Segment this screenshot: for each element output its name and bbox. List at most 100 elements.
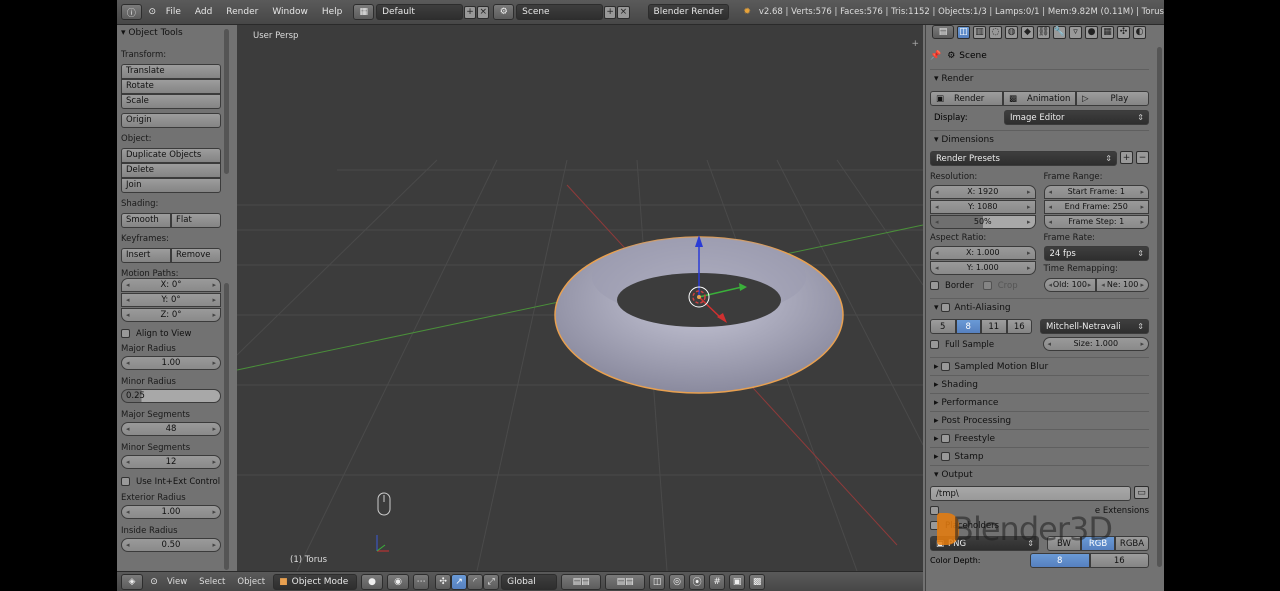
object-tools-header[interactable]: ▾ Object Tools [121, 26, 221, 40]
remove-keyframe-button[interactable]: Remove [171, 248, 221, 263]
delete-button[interactable]: Delete [121, 163, 221, 178]
exterior-radius-field[interactable]: 1.00 [121, 505, 221, 519]
aa-samples-11[interactable]: 11 [981, 319, 1007, 334]
sampled-motion-blur-header[interactable]: ▸ Sampled Motion Blur [930, 357, 1149, 375]
border-box[interactable] [930, 281, 939, 290]
menu-file[interactable]: File [159, 7, 188, 17]
menu-help[interactable]: Help [315, 7, 350, 17]
align-to-view-checkbox[interactable]: Align to View [121, 326, 221, 341]
inside-radius-field[interactable]: 0.50 [121, 538, 221, 552]
screen-layout-icon[interactable]: ▦ [353, 4, 375, 20]
rotation-z-field[interactable]: Z: 0° [121, 308, 221, 322]
frame-step-field[interactable]: Frame Step: 1 [1043, 215, 1149, 229]
collapse-menu-icon[interactable]: ⊙ [146, 4, 159, 20]
tool-shelf-scrollbar[interactable] [224, 29, 229, 174]
snap-icon[interactable]: ⦿ [689, 573, 706, 590]
layers-1-icon[interactable]: ▤▤ [561, 573, 602, 590]
collapse-3dview-menu-icon[interactable]: ⊙ [147, 574, 161, 590]
editor-type-3dview-icon[interactable]: ◈ [121, 573, 143, 590]
render-engine-select[interactable]: Blender Render [647, 4, 730, 20]
minor-segments-field[interactable]: 12 [121, 455, 221, 469]
remove-scene-icon[interactable]: × [617, 5, 630, 19]
particles-tab-icon[interactable]: ✣ [1117, 25, 1130, 39]
menu-view[interactable]: View [161, 577, 193, 587]
dimensions-section-header[interactable]: ▾ Dimensions [930, 130, 1149, 148]
color-rgba-button[interactable]: RGBA [1115, 536, 1149, 551]
duplicate-objects-button[interactable]: Duplicate Objects [121, 148, 221, 163]
data-tab-icon[interactable]: ▿ [1069, 25, 1082, 39]
editor-type-icon[interactable]: ⓘ [121, 4, 142, 20]
depth-16-button[interactable]: 16 [1089, 553, 1149, 568]
performance-section-header[interactable]: ▸ Performance [930, 393, 1149, 411]
manipulator-toggle-icon[interactable]: ✣ [435, 573, 452, 590]
motion-blur-checkbox[interactable] [941, 362, 951, 371]
play-button[interactable]: ▷ Play [1076, 91, 1149, 106]
physics-tab-icon[interactable]: ◐ [1133, 25, 1146, 39]
rotation-x-field[interactable]: X: 0° [121, 278, 221, 292]
snap-element-icon[interactable]: # [709, 573, 726, 590]
time-new-field[interactable]: Ne: 100 [1096, 278, 1149, 292]
major-radius-field[interactable]: 1.00 [121, 356, 221, 370]
render-animation-icon[interactable]: ▩ [749, 573, 766, 590]
output-section-header[interactable]: ▾ Output [930, 465, 1149, 483]
aa-samples-16[interactable]: 16 [1006, 319, 1032, 334]
stamp-checkbox[interactable] [941, 452, 951, 461]
use-int-ext-box[interactable] [121, 477, 130, 486]
menu-object[interactable]: Object [231, 577, 271, 587]
major-segments-field[interactable]: 48 [121, 422, 221, 436]
material-tab-icon[interactable]: ● [1085, 25, 1098, 39]
depth-8-button[interactable]: 8 [1030, 553, 1090, 568]
pivot-point-icon[interactable]: ◉ [387, 573, 410, 590]
viewport-shading-icon[interactable]: ● [361, 573, 384, 590]
3d-viewport[interactable]: User Persp (1) Torus + [237, 25, 923, 571]
file-browser-icon[interactable]: ▭ [1134, 486, 1149, 499]
operator-panel-scrollbar[interactable] [224, 283, 229, 570]
screen-layout-field[interactable]: Default [376, 4, 463, 20]
smooth-button[interactable]: Smooth [121, 213, 171, 228]
full-sample-box[interactable] [930, 340, 939, 349]
border-checkbox[interactable]: Border [930, 278, 983, 293]
insert-keyframe-button[interactable]: Insert [121, 248, 171, 263]
constraints-tab-icon[interactable]: ⛓ [1037, 25, 1050, 39]
render-layers-tab-icon[interactable]: ▥ [973, 25, 986, 39]
aa-samples-5[interactable]: 5 [930, 319, 956, 334]
render-tab-icon[interactable]: ◫ [957, 25, 970, 39]
minor-radius-field[interactable]: 0.25 [121, 389, 221, 403]
scale-manipulator-icon[interactable]: ⤢ [483, 573, 500, 590]
translate-manipulator-icon[interactable]: ↗ [451, 573, 468, 590]
display-select[interactable]: Image Editor [1004, 110, 1149, 125]
pin-icon[interactable]: 📌 [930, 51, 941, 61]
remove-preset-icon[interactable]: − [1136, 151, 1149, 164]
resolution-y-field[interactable]: Y: 1080 [930, 200, 1036, 214]
editor-type-properties-icon[interactable]: ▤ [932, 25, 954, 39]
aa-samples-8[interactable]: 8 [955, 319, 981, 334]
mode-select[interactable]: ■ Object Mode [273, 573, 358, 590]
object-tab-icon[interactable]: ◆ [1021, 25, 1034, 39]
rotate-manipulator-icon[interactable]: ◜ [467, 573, 484, 590]
flat-button[interactable]: Flat [171, 213, 221, 228]
transform-orientation-select[interactable]: Global [501, 573, 558, 590]
properties-scrollbar[interactable] [1157, 47, 1162, 567]
add-screen-icon[interactable]: + [463, 5, 477, 19]
origin-button[interactable]: Origin [121, 113, 221, 128]
shading-section-header[interactable]: ▸ Shading [930, 375, 1149, 393]
end-frame-field[interactable]: End Frame: 250 [1043, 200, 1149, 214]
world-tab-icon[interactable]: ◍ [1005, 25, 1018, 39]
anti-aliasing-section-header[interactable]: ▾ Anti-Aliasing [930, 298, 1149, 316]
scene-icon[interactable]: ⚙ [493, 4, 515, 20]
menu-add[interactable]: Add [188, 7, 219, 17]
modifiers-tab-icon[interactable]: 🔧 [1053, 25, 1066, 39]
aspect-x-field[interactable]: X: 1.000 [930, 246, 1036, 260]
add-scene-icon[interactable]: + [603, 5, 617, 19]
align-to-view-box[interactable] [121, 329, 130, 338]
rotation-y-field[interactable]: Y: 0° [121, 293, 221, 307]
lock-layers-icon[interactable]: ◫ [649, 573, 666, 590]
filter-size-field[interactable]: Size: 1.000 [1042, 337, 1149, 351]
scene-field[interactable]: Scene [516, 4, 603, 20]
output-path-field[interactable]: /tmp\ [930, 486, 1131, 501]
scene-tab-icon[interactable]: ◌ [989, 25, 1002, 39]
render-section-header[interactable]: ▾ Render [930, 69, 1149, 87]
proportional-edit-icon[interactable]: ◎ [669, 573, 686, 590]
layers-2-icon[interactable]: ▤▤ [605, 573, 646, 590]
menu-render[interactable]: Render [219, 7, 265, 17]
